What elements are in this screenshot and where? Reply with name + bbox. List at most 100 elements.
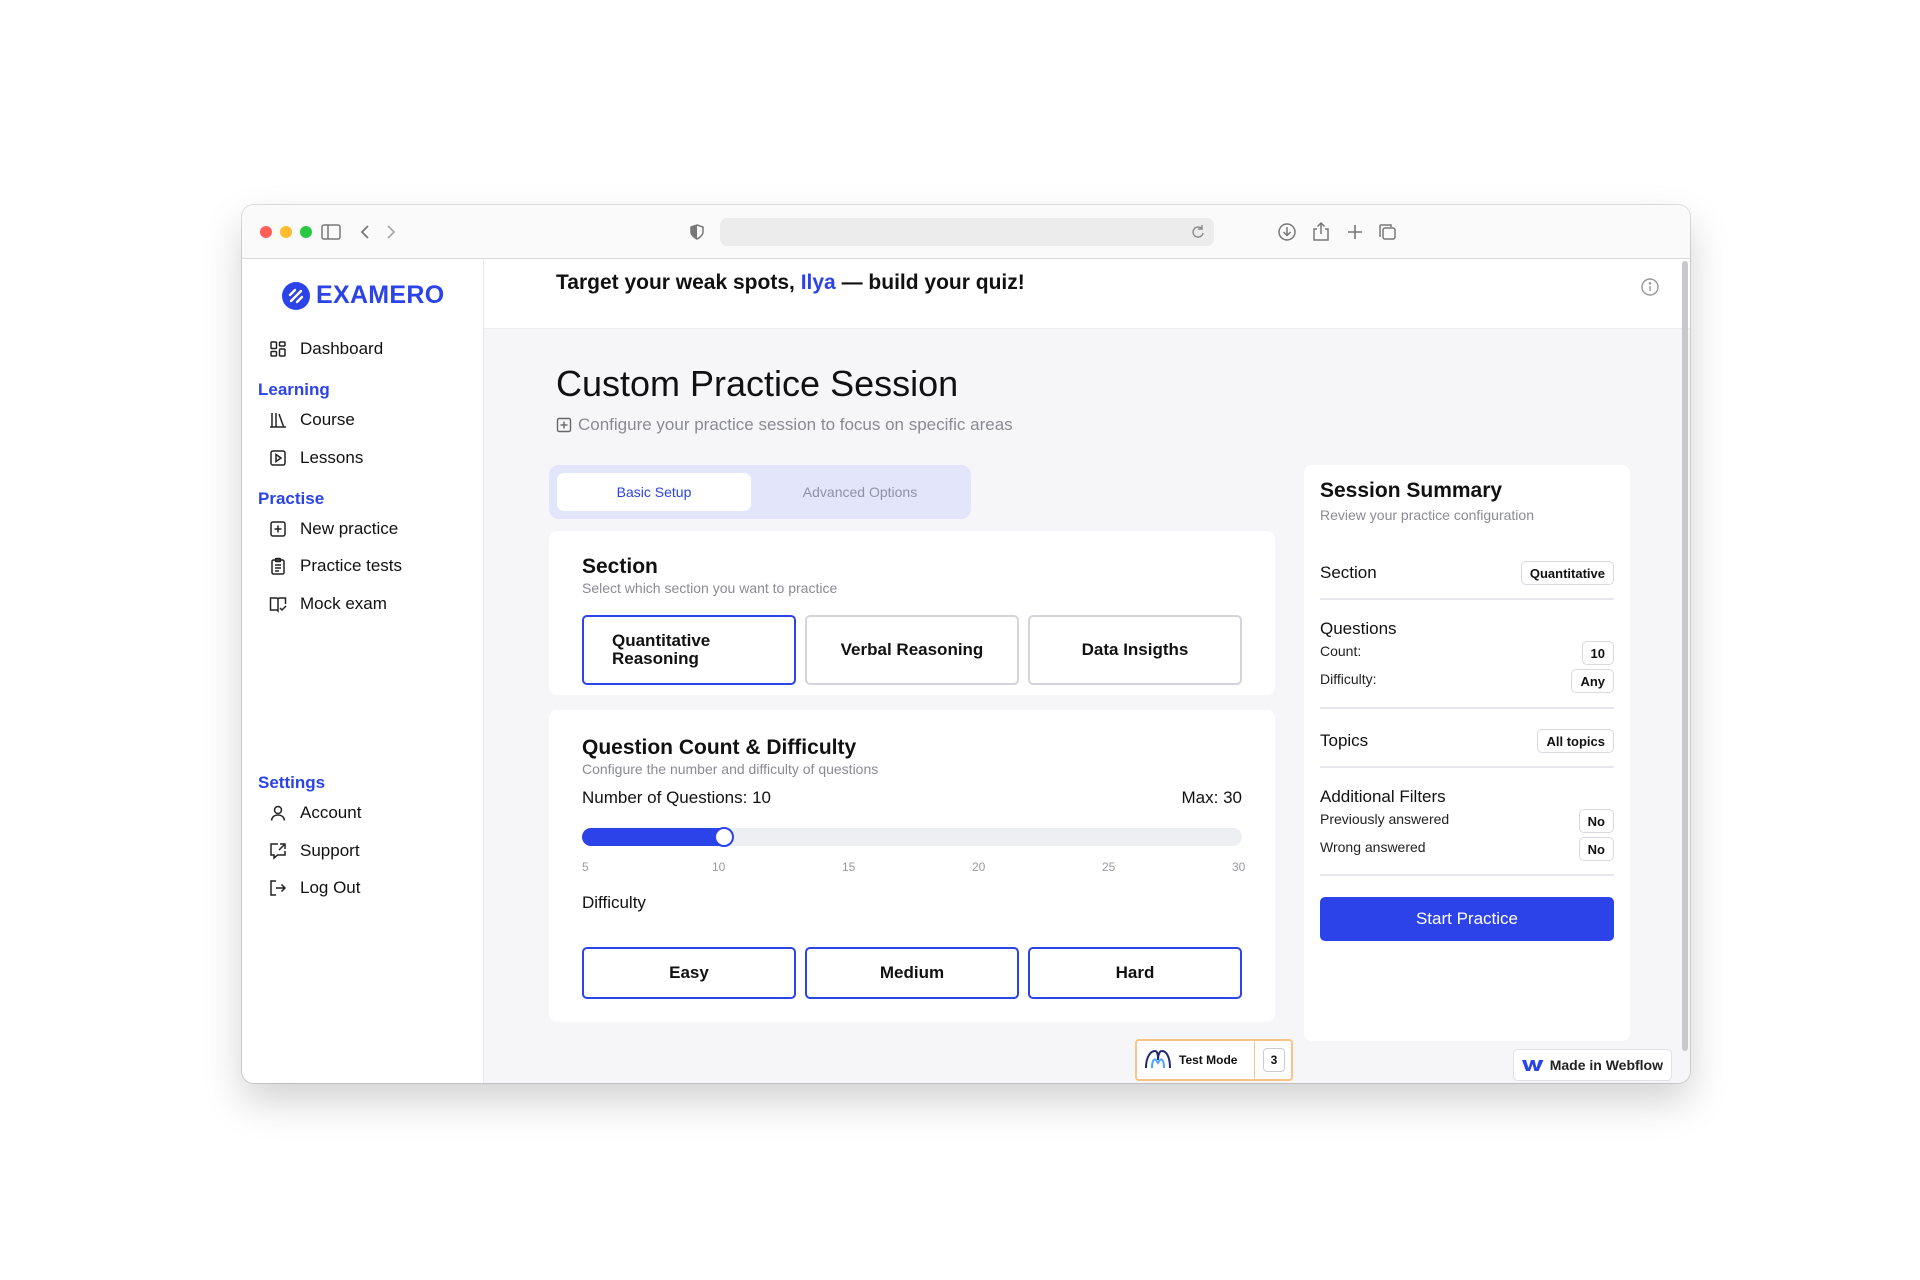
slider-tick-label: 30 <box>1232 860 1246 874</box>
close-window-button[interactable] <box>260 226 272 238</box>
back-icon[interactable] <box>354 221 376 243</box>
logout-icon <box>268 878 288 898</box>
webflow-badge-text: Made in Webflow <box>1549 1057 1663 1073</box>
greeting: Target your weak spots, Ilya — build you… <box>556 271 1025 295</box>
session-summary: Session Summary Review your practice con… <box>1304 465 1630 1041</box>
sidebar: EXAMERO Dashboard Learning Course Lesson… <box>242 259 484 1083</box>
start-practice-button[interactable]: Start Practice <box>1320 897 1614 941</box>
scrollbar[interactable] <box>1682 261 1688 1051</box>
brand-logo[interactable]: EXAMERO <box>282 281 445 310</box>
slider-fill <box>582 828 724 846</box>
sidebar-item-label: Account <box>300 803 362 822</box>
section-option-verbal[interactable]: Verbal Reasoning <box>805 615 1019 685</box>
brand-logo-icon <box>282 281 310 310</box>
tab-overview-icon[interactable] <box>1376 221 1398 243</box>
summary-prev-answered-badge: No <box>1578 809 1614 833</box>
main-content: Target your weak spots, Ilya — build you… <box>484 259 1690 1083</box>
summary-topics-badge: All topics <box>1537 729 1614 753</box>
question-max-label: Max: 30 <box>1181 788 1242 807</box>
sidebar-item-label: Lessons <box>300 448 364 467</box>
page-title: Custom Practice Session <box>556 363 959 404</box>
sidebar-item-lessons[interactable]: Lessons <box>268 444 363 472</box>
section-card-subtitle: Select which section you want to practic… <box>582 580 838 596</box>
shield-icon[interactable] <box>686 221 708 243</box>
test-mode-count: 3 <box>1263 1048 1285 1072</box>
summary-difficulty-badge: Any <box>1571 669 1614 693</box>
sidebar-section-practise: Practise <box>258 489 325 508</box>
summary-topics-label: Topics <box>1320 731 1369 750</box>
library-icon <box>268 410 288 430</box>
test-mode-widget[interactable]: Test Mode 3 <box>1135 1039 1293 1081</box>
question-count-label: Number of Questions: 10 <box>582 788 771 807</box>
count-card-subtitle: Configure the number and difficulty of q… <box>582 761 879 777</box>
sidebar-item-label: New practice <box>300 519 399 538</box>
sidebar-item-practice-tests[interactable]: Practice tests <box>268 552 402 580</box>
zoom-window-button[interactable] <box>300 226 312 238</box>
summary-count-badge: 10 <box>1581 641 1614 665</box>
sidebar-item-label: Log Out <box>300 878 361 897</box>
sidebar-item-support[interactable]: Support <box>268 837 360 865</box>
section-card: Section Select which section you want to… <box>549 531 1275 695</box>
forward-icon[interactable] <box>380 221 402 243</box>
play-square-icon <box>268 448 288 468</box>
difficulty-hard-button[interactable]: Hard <box>1028 947 1242 999</box>
page-subtitle-text: Configure your practice session to focus… <box>578 415 1013 434</box>
support-icon <box>268 841 288 861</box>
user-icon <box>268 803 288 823</box>
summary-filters-label: Additional Filters <box>1320 787 1446 806</box>
sidebar-item-label: Support <box>300 841 360 860</box>
count-difficulty-card: Question Count & Difficulty Configure th… <box>549 710 1275 1022</box>
page-header: Target your weak spots, Ilya — build you… <box>484 259 1690 329</box>
tab-advanced-options[interactable]: Advanced Options <box>757 473 963 511</box>
slider-tick-label: 5 <box>582 860 589 874</box>
made-in-webflow-badge[interactable]: Made in Webflow <box>1512 1049 1672 1081</box>
clipboard-icon <box>268 556 288 576</box>
difficulty-label: Difficulty <box>582 893 646 912</box>
minimize-window-button[interactable] <box>280 226 292 238</box>
summary-count-label: Count: <box>1320 643 1362 659</box>
sidebar-item-account[interactable]: Account <box>268 799 361 827</box>
summary-difficulty-label: Difficulty: <box>1320 671 1377 687</box>
summary-section-label: Section <box>1320 563 1377 582</box>
user-name: Ilya <box>800 271 836 294</box>
sidebar-item-mock-exam[interactable]: Mock exam <box>268 590 387 618</box>
new-tab-icon[interactable] <box>1344 221 1366 243</box>
summary-section-badge: Quantitative <box>1520 561 1614 585</box>
sidebar-item-label: Mock exam <box>300 594 387 613</box>
slider-thumb[interactable] <box>714 827 734 847</box>
plus-square-icon <box>268 519 288 539</box>
sidebar-item-logout[interactable]: Log Out <box>268 874 361 902</box>
page-subtitle: Configure your practice session to focus… <box>556 415 1013 435</box>
summary-wrong-answered-badge: No <box>1578 837 1614 861</box>
dashboard-icon <box>268 339 288 359</box>
address-bar[interactable] <box>720 218 1214 246</box>
webflow-logo-icon <box>1521 1060 1544 1071</box>
summary-prev-answered-label: Previously answered <box>1320 811 1450 827</box>
sidebar-item-dashboard[interactable]: Dashboard <box>268 335 383 363</box>
slider-tick-label: 15 <box>842 860 856 874</box>
summary-subtitle: Review your practice configuration <box>1320 507 1534 523</box>
test-mode-label: Test Mode <box>1179 1053 1238 1067</box>
slider-tick-label: 10 <box>712 860 726 874</box>
section-option-data-insights[interactable]: Data Insigths <box>1028 615 1242 685</box>
difficulty-easy-button[interactable]: Easy <box>582 947 796 999</box>
reload-icon[interactable] <box>1188 222 1208 242</box>
question-count-slider[interactable] <box>582 827 1242 847</box>
download-icon[interactable] <box>1276 221 1298 243</box>
summary-wrong-answered-label: Wrong answered <box>1320 839 1426 855</box>
info-icon[interactable] <box>1640 277 1662 299</box>
plus-square-icon <box>556 417 572 433</box>
sidebar-item-new-practice[interactable]: New practice <box>268 515 398 543</box>
sidebar-item-course[interactable]: Course <box>268 406 355 434</box>
sidebar-toggle-icon[interactable] <box>320 221 342 243</box>
difficulty-medium-button[interactable]: Medium <box>805 947 1019 999</box>
sidebar-item-label: Course <box>300 410 355 429</box>
share-icon[interactable] <box>1310 221 1332 243</box>
section-option-quantitative[interactable]: Quantitative Reasoning <box>582 615 796 685</box>
browser-toolbar <box>242 205 1690 259</box>
section-card-title: Section <box>582 555 658 578</box>
brand-name: EXAMERO <box>316 281 445 309</box>
tab-basic-setup[interactable]: Basic Setup <box>557 473 751 511</box>
greeting-prefix: Target your weak spots, <box>556 271 795 294</box>
summary-title: Session Summary <box>1320 479 1503 502</box>
